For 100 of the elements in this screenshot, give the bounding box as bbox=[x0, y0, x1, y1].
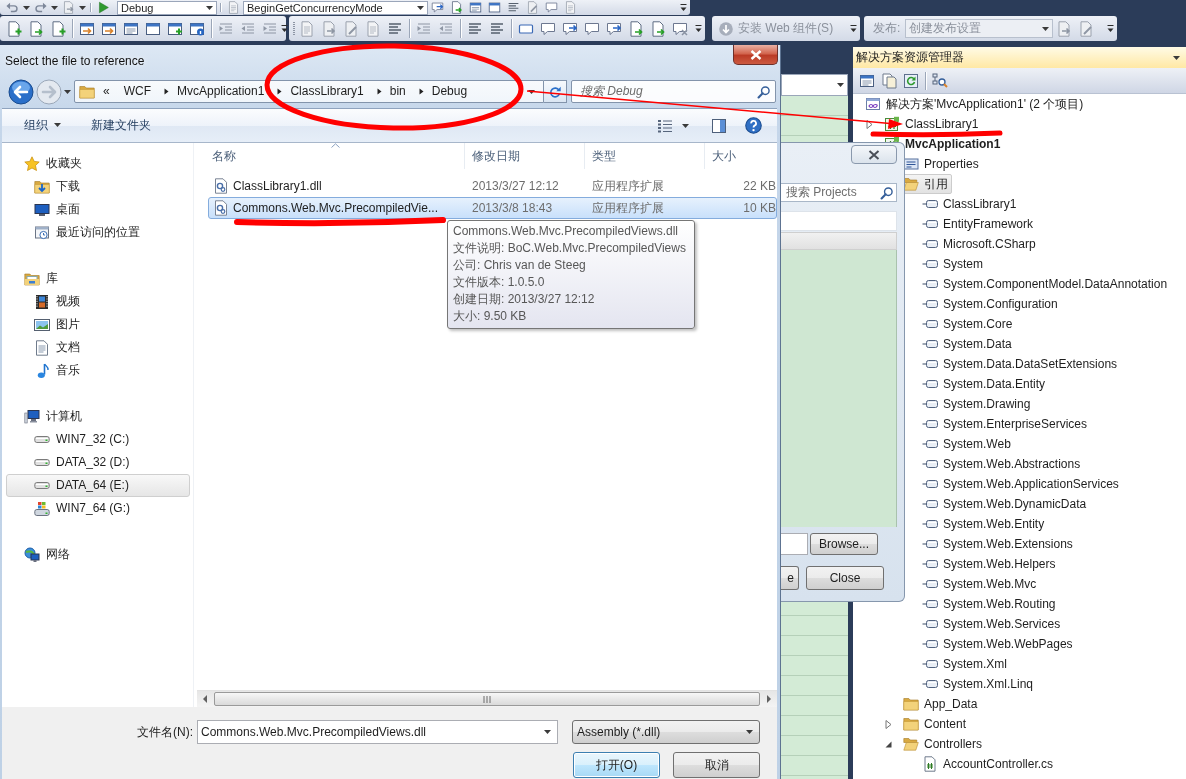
tree-item[interactable]: System.EnterpriseServices bbox=[918, 414, 1092, 434]
details-view-icon[interactable] bbox=[657, 117, 673, 134]
tree-item[interactable]: System.Data.DataSetExtensions bbox=[918, 354, 1122, 374]
rectangle-icon[interactable] bbox=[518, 23, 534, 34]
caret-icon[interactable] bbox=[64, 89, 71, 94]
tree-item[interactable]: ClassLibrary1 bbox=[918, 194, 1021, 214]
breadcrumb-segment[interactable]: Debug bbox=[427, 84, 472, 99]
tree-item[interactable]: System.Configuration bbox=[918, 294, 1062, 314]
nav-item[interactable]: DATA_64 (E:) bbox=[6, 474, 190, 497]
tree-item[interactable]: System.Web.Mvc bbox=[918, 574, 1041, 594]
document-arrow-icon[interactable] bbox=[650, 20, 666, 37]
menu-button[interactable]: 组织 bbox=[19, 115, 66, 136]
list-window-icon[interactable] bbox=[469, 1, 482, 14]
refresh-button[interactable] bbox=[544, 80, 567, 103]
refresh-box-icon[interactable] bbox=[903, 72, 919, 89]
dialog-button[interactable]: Close bbox=[806, 566, 884, 590]
nav-item[interactable]: 文档 bbox=[6, 336, 190, 359]
file-name-combo[interactable]: Commons.Web.Mvc.PrecompiledViews.dll bbox=[197, 720, 558, 744]
column-header[interactable]: 大小 bbox=[705, 143, 777, 169]
tree-item[interactable]: System.Web.Extensions bbox=[918, 534, 1077, 554]
overflow-icon[interactable] bbox=[680, 4, 687, 11]
breadcrumb-segment[interactable]: WCF bbox=[119, 84, 155, 99]
tree-item[interactable]: System.Web.ApplicationServices bbox=[918, 474, 1123, 494]
dialog-button[interactable]: 取消 bbox=[673, 752, 760, 778]
column-header[interactable]: 名称 bbox=[197, 143, 465, 169]
dialog-button[interactable]: e bbox=[779, 566, 799, 590]
tree-item[interactable]: System.Web.WebPages bbox=[918, 634, 1077, 654]
page-arrow-icon[interactable] bbox=[321, 20, 337, 37]
lines-icon[interactable] bbox=[489, 20, 505, 37]
page-pencil-icon[interactable] bbox=[1078, 20, 1095, 37]
tree-item[interactable]: System.Xml bbox=[918, 654, 1011, 674]
document-arrow-icon[interactable] bbox=[450, 1, 463, 14]
breadcrumb-arrow-icon[interactable] bbox=[164, 88, 169, 95]
nav-item[interactable]: 下载 bbox=[6, 175, 190, 198]
document-plus-icon[interactable] bbox=[50, 20, 66, 37]
close-button[interactable] bbox=[851, 145, 897, 164]
play-icon[interactable] bbox=[97, 1, 110, 14]
close-button[interactable] bbox=[733, 45, 778, 65]
search-input[interactable]: 搜索 Debug bbox=[580, 84, 757, 99]
nav-item[interactable]: 桌面 bbox=[6, 198, 190, 221]
dialog-button[interactable]: 打开(O) bbox=[573, 752, 660, 778]
preview-pane-icon[interactable] bbox=[711, 117, 727, 134]
file-row[interactable]: ClassLibrary1.dll 2013/3/27 12:12 应用程序扩展 22 KB bbox=[208, 175, 777, 197]
nav-item[interactable]: WIN7_64 (G:) bbox=[6, 497, 190, 520]
tree-item[interactable]: System.Data.Entity bbox=[918, 374, 1050, 394]
tree-item[interactable]: Content bbox=[899, 714, 971, 734]
tree-item[interactable]: System.ComponentModel.DataAnnotation bbox=[918, 274, 1172, 294]
nav-item[interactable]: 库 bbox=[6, 267, 190, 290]
speech-bubble-arrow-icon[interactable] bbox=[431, 1, 444, 14]
toolbar-dropdown[interactable]: Debug bbox=[117, 0, 217, 15]
expander-icon[interactable] bbox=[866, 119, 873, 129]
tree-item[interactable]: EntityFramework bbox=[918, 214, 1038, 234]
overflow-icon[interactable] bbox=[695, 25, 702, 32]
page-pencil-icon[interactable] bbox=[526, 1, 539, 14]
document-arrow-icon[interactable] bbox=[628, 20, 644, 37]
toolbar-dropdown[interactable]: BeginGetConcurrencyMode bbox=[243, 0, 428, 15]
tree-item[interactable]: Microsoft.CSharp bbox=[918, 234, 1040, 254]
caret-icon[interactable] bbox=[79, 5, 86, 10]
window-icon[interactable] bbox=[145, 20, 161, 37]
overflow-icon[interactable] bbox=[281, 25, 288, 32]
speech-bubble-icon[interactable] bbox=[540, 20, 556, 37]
tree-item[interactable]: System.Web bbox=[918, 434, 1015, 454]
search-icon[interactable] bbox=[880, 185, 894, 200]
nav-item[interactable]: 视频 bbox=[6, 290, 190, 313]
caret-icon[interactable] bbox=[528, 89, 535, 94]
column-header[interactable]: 类型 bbox=[585, 143, 705, 169]
speech-bubble-icon[interactable] bbox=[545, 1, 558, 14]
tree-item[interactable]: System.Core bbox=[918, 314, 1017, 334]
browse-button[interactable]: Browse... bbox=[810, 533, 878, 555]
file-row[interactable]: Commons.Web.Mvc.PrecompiledVie... 2013/3/8 18:43 应用程序扩展 10 KB bbox=[208, 197, 777, 219]
tree-item[interactable]: System.Xml.Linq bbox=[918, 674, 1038, 694]
help-icon[interactable] bbox=[745, 117, 762, 134]
scrollbar-thumb[interactable] bbox=[214, 692, 760, 706]
search-icon[interactable] bbox=[757, 84, 771, 99]
tree-item[interactable]: AccountController.cs bbox=[918, 754, 1058, 774]
tree-item[interactable]: System.Data bbox=[918, 334, 1016, 354]
nav-item[interactable]: 最近访问的位置 bbox=[6, 221, 190, 244]
tree-item[interactable]: System.Web.Routing bbox=[918, 594, 1060, 614]
redo-arrow-icon[interactable] bbox=[34, 1, 47, 14]
tree-item[interactable]: System.Web.Abstractions bbox=[918, 454, 1085, 474]
tree-item[interactable]: System bbox=[918, 254, 987, 274]
lines-icon[interactable] bbox=[467, 20, 483, 37]
address-bar[interactable]: « WCF MvcApplication1 ClassLibrary1 bin Debug bbox=[74, 80, 544, 103]
caret-icon[interactable] bbox=[682, 123, 689, 128]
expander-icon[interactable] bbox=[885, 740, 892, 748]
nav-item[interactable]: 音乐 bbox=[6, 359, 190, 382]
document-plus-icon[interactable] bbox=[6, 20, 22, 37]
breadcrumb-segment[interactable]: MvcApplication1 bbox=[173, 84, 269, 99]
magnifier-nodes-icon[interactable] bbox=[932, 72, 948, 89]
search-box[interactable]: 搜索 Debug bbox=[571, 80, 776, 103]
window-info-icon[interactable] bbox=[189, 20, 205, 37]
tree-item[interactable]: App_Data bbox=[899, 694, 982, 714]
speech-bubble-cross-icon[interactable] bbox=[672, 20, 688, 37]
list-window-icon[interactable] bbox=[123, 20, 139, 37]
caret-icon[interactable] bbox=[1173, 55, 1180, 60]
overflow-icon[interactable] bbox=[850, 25, 857, 32]
search-input[interactable]: 搜索 Projects bbox=[786, 185, 880, 200]
breadcrumb-overflow[interactable]: « bbox=[99, 84, 114, 99]
lines-icon[interactable] bbox=[387, 20, 403, 37]
speech-bubble-arrow-icon[interactable] bbox=[562, 20, 578, 37]
